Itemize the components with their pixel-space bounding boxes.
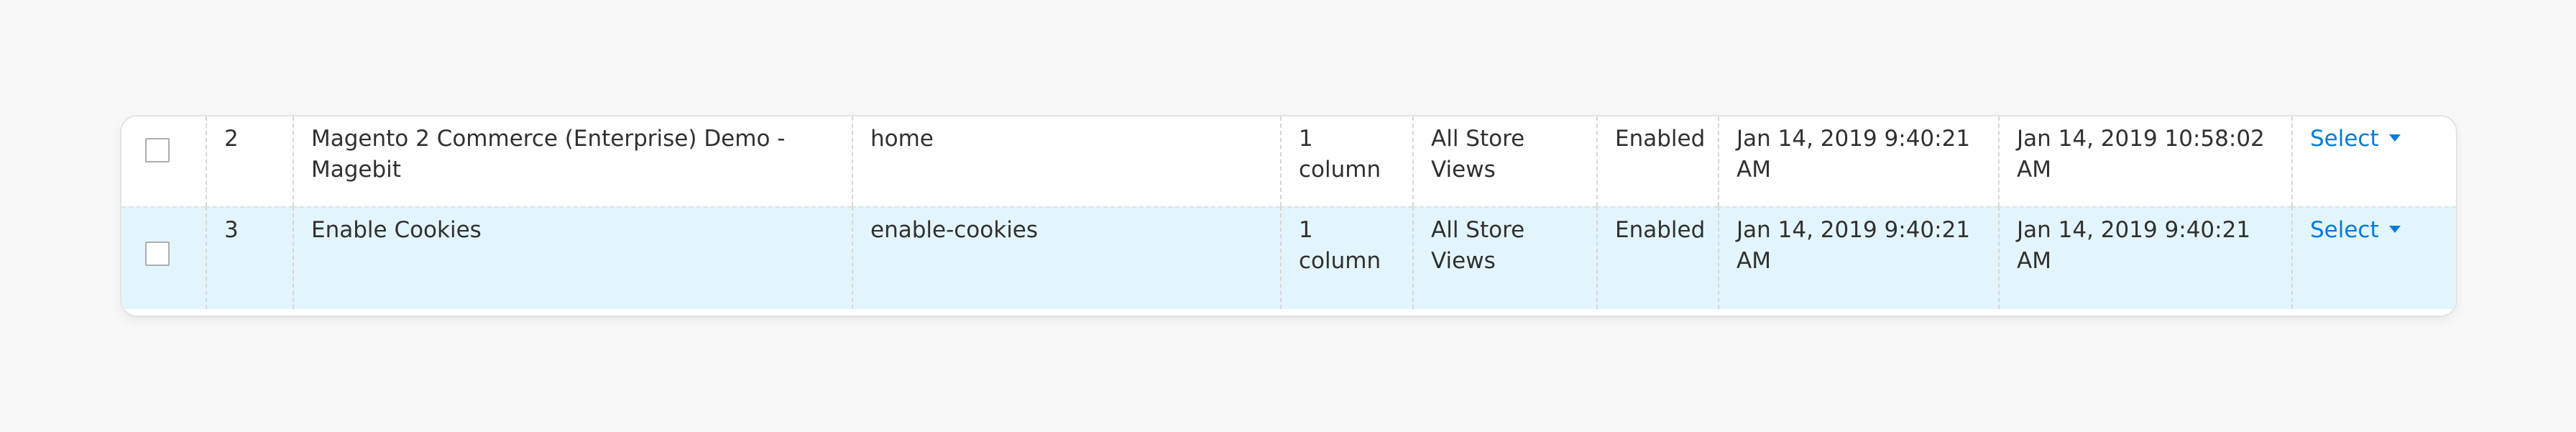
select-action-link[interactable]: Select: [2310, 217, 2401, 243]
grid-bottom-edge: [121, 309, 2456, 316]
action-cell: Select: [2291, 206, 2456, 309]
url-key-cell: enable-cookies: [852, 206, 1280, 309]
modified-cell: Jan 14, 2019 9:40:21 AM: [1998, 206, 2291, 309]
select-action-label: Select: [2310, 126, 2379, 152]
select-cell: [121, 116, 206, 206]
layout-cell: 1 column: [1280, 206, 1412, 309]
title-cell: Magento 2 Commerce (Enterprise) Demo - M…: [293, 116, 852, 206]
id-cell: 2: [206, 116, 293, 206]
table-row[interactable]: 2 Magento 2 Commerce (Enterprise) Demo -…: [121, 116, 2456, 206]
modified-cell: Jan 14, 2019 10:58:02 AM: [1998, 116, 2291, 206]
action-cell: Select: [2291, 116, 2456, 206]
created-cell: Jan 14, 2019 9:40:21 AM: [1718, 206, 1998, 309]
select-cell: [121, 206, 206, 309]
status-cell: Enabled: [1596, 116, 1718, 206]
url-key-cell: home: [852, 116, 1280, 206]
select-action-link[interactable]: Select: [2310, 126, 2401, 152]
caret-down-icon: [2388, 225, 2401, 233]
id-cell: 3: [206, 206, 293, 309]
table-row[interactable]: 3 Enable Cookies enable-cookies 1 column…: [121, 206, 2456, 309]
store-view-cell: All Store Views: [1412, 116, 1596, 206]
row-checkbox[interactable]: [145, 138, 170, 162]
store-view-cell: All Store Views: [1412, 206, 1596, 309]
row-checkbox[interactable]: [145, 242, 170, 266]
created-cell: Jan 14, 2019 9:40:21 AM: [1718, 116, 1998, 206]
cms-pages-grid: 2 Magento 2 Commerce (Enterprise) Demo -…: [120, 115, 2457, 317]
status-cell: Enabled: [1596, 206, 1718, 309]
layout-cell: 1 column: [1280, 116, 1412, 206]
title-cell: Enable Cookies: [293, 206, 852, 309]
caret-down-icon: [2388, 134, 2401, 142]
select-action-label: Select: [2310, 217, 2379, 243]
